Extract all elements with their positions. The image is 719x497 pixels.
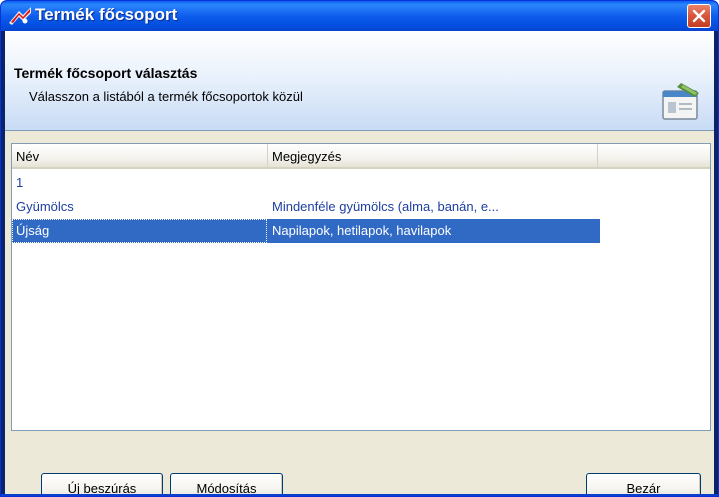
- header-subtitle: Válasszon a listából a termék főcsoporto…: [29, 89, 303, 104]
- window-form-icon: [662, 83, 699, 120]
- group-list[interactable]: Név Megjegyzés 1 Gyümölcs Mindenféle gyü…: [11, 143, 711, 431]
- dialog-client-area: Termék főcsoport választás Válasszon a l…: [5, 31, 714, 496]
- row-note-cell: Napilapok, hetilapok, havilapok: [272, 223, 452, 238]
- column-header-name[interactable]: Név: [12, 144, 268, 169]
- title-bar[interactable]: Termék főcsoport: [1, 1, 718, 31]
- app-logo-icon: [9, 7, 31, 25]
- list-row-selected[interactable]: Újság Napilapok, hetilapok, havilapok: [12, 219, 600, 243]
- close-icon: [692, 9, 706, 23]
- header-banner: Termék főcsoport választás Válasszon a l…: [5, 31, 714, 131]
- window-title: Termék főcsoport: [35, 5, 178, 24]
- close-window-button[interactable]: [687, 4, 711, 28]
- column-header-empty[interactable]: [598, 144, 710, 169]
- list-row[interactable]: Gyümölcs Mindenféle gyümölcs (alma, baná…: [12, 195, 600, 219]
- row-name-cell: 1: [16, 175, 24, 190]
- row-name-cell: Gyümölcs: [16, 199, 74, 214]
- list-header: Név Megjegyzés: [12, 144, 710, 169]
- button-bar: Új beszúrás Módosítás Bezár: [5, 431, 714, 496]
- list-row[interactable]: 1: [12, 171, 600, 195]
- row-name-cell: Újság: [12, 219, 267, 243]
- column-header-note[interactable]: Megjegyzés: [268, 144, 598, 169]
- row-note-cell: [268, 171, 600, 195]
- dialog-window: Termék főcsoport Termék főcsoport válasz…: [0, 0, 719, 497]
- header-title: Termék főcsoport választás: [14, 65, 198, 81]
- row-note-cell: Mindenféle gyümölcs (alma, banán, e...: [272, 199, 499, 214]
